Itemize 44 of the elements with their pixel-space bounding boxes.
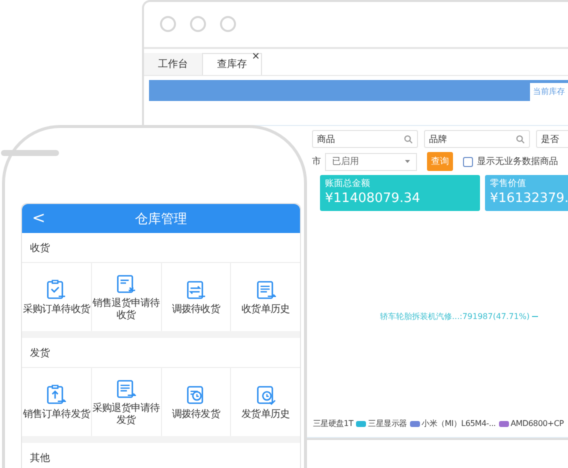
card-title: 零售价值: [490, 178, 527, 190]
tab[interactable]: 查库存 ×: [202, 52, 262, 74]
legend-label: 三星硬盘1T: [313, 418, 354, 430]
legend-label: 三星显示器: [368, 418, 407, 430]
section-title: 发货: [22, 338, 300, 368]
field-label: 市: [312, 156, 321, 168]
caret-icon: [405, 160, 410, 164]
legend-label: AMD6800+CP: [510, 419, 564, 428]
close-icon[interactable]: ×: [252, 50, 260, 62]
screen-title: 仓库管理: [135, 210, 187, 228]
status-dropdown[interactable]: 已启用: [325, 152, 417, 171]
menu-tile[interactable]: 调拨待收货: [162, 263, 230, 331]
menu-tile[interactable]: 销售订单待发货: [22, 368, 91, 436]
card-value: ¥16132379.: [490, 190, 568, 208]
checkbox-label: 显示无业务数据商品: [477, 156, 558, 168]
menu-tile[interactable]: 发货单历史: [231, 368, 300, 436]
document-swap-icon: [186, 278, 206, 300]
checkbox[interactable]: [463, 156, 473, 167]
window-control[interactable]: [160, 16, 176, 32]
section-title: 其他: [22, 443, 300, 468]
document-lines-icon: [256, 278, 276, 300]
tab[interactable]: 工作台: [144, 52, 202, 74]
menu-tile[interactable]: 采购退货申请待发货: [92, 368, 160, 436]
search-field[interactable]: 品牌: [424, 130, 530, 148]
search-field[interactable]: 商品: [312, 130, 418, 148]
legend-label: 小米（MI）L65M4-...: [422, 418, 496, 430]
search-field[interactable]: 是否: [536, 130, 568, 148]
section-title: 收货: [22, 233, 300, 263]
window-control[interactable]: [190, 16, 206, 32]
leader-line: [532, 316, 538, 318]
menu-tile[interactable]: 采购订单待收货: [22, 263, 91, 331]
menu-tile[interactable]: 调拨待发货: [162, 368, 230, 436]
menu-tile[interactable]: 销售退货申请待收货: [92, 263, 160, 331]
document-x-icon: [116, 272, 136, 294]
document-clock-icon: [186, 384, 206, 406]
clock-check-icon: [256, 384, 276, 406]
chart-label: 轿车轮胎拆装机汽修...:791987(47.71%): [380, 311, 530, 322]
clipboard-check-icon: [46, 278, 66, 300]
search-icon: [404, 134, 413, 144]
card-value: ¥11408079.34: [325, 190, 422, 208]
menu-tile[interactable]: 收货单历史: [231, 263, 300, 331]
window-control[interactable]: [220, 16, 236, 32]
card-title: 账面总金额: [325, 178, 371, 190]
search-icon: [516, 134, 525, 144]
